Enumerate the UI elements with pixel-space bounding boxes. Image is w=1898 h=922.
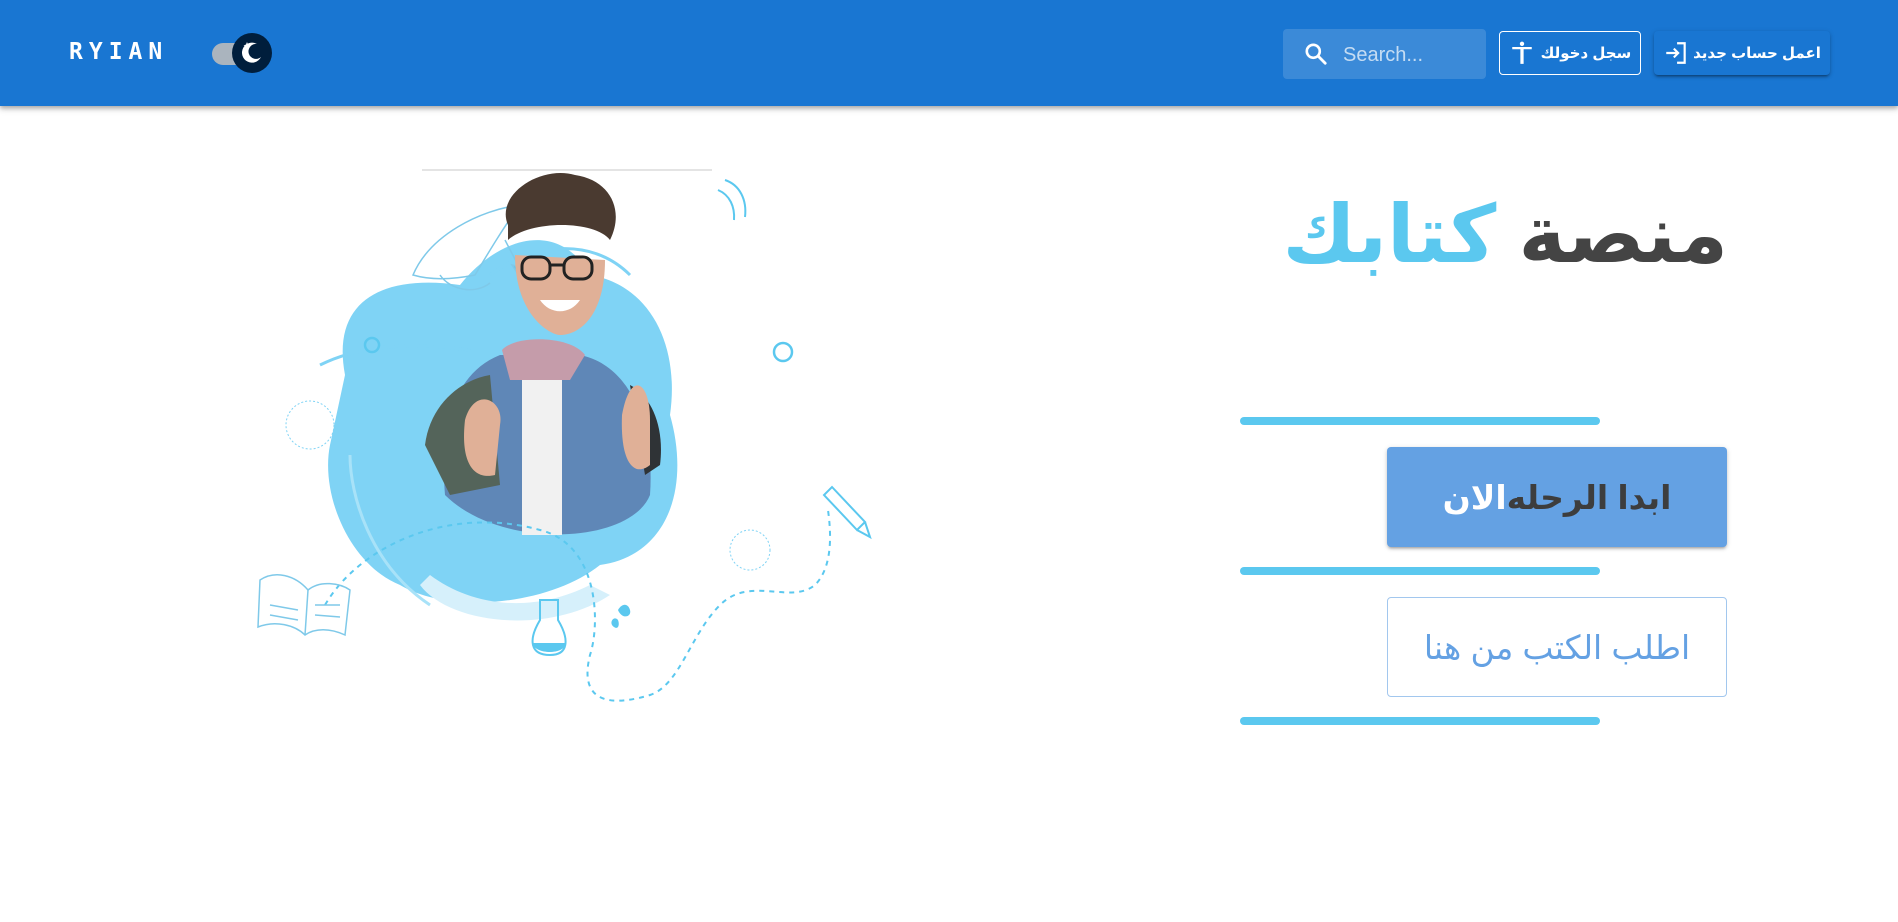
start-button-label-2: الان [1442, 478, 1507, 516]
pencil-icon [822, 485, 872, 540]
hero-title-word-2: كتابك [1282, 190, 1497, 279]
login-icon [1666, 42, 1686, 64]
accessibility-icon [1511, 41, 1532, 64]
login-button-label: سجل دخولك [1540, 45, 1632, 62]
open-book-icon [257, 574, 351, 637]
accent-line [1240, 417, 1600, 425]
login-button[interactable]: سجل دخولك [1499, 31, 1641, 75]
search-input[interactable] [1341, 39, 1483, 71]
signup-button[interactable]: اعمل حساب جديد [1654, 31, 1830, 75]
hero-title-word-1: منصة [1518, 190, 1728, 279]
order-books-label: اطلب الكتب من هنا [1423, 628, 1691, 666]
accent-line [1240, 717, 1600, 725]
moon-icon [241, 42, 261, 63]
student-illustration [257, 169, 872, 702]
start-journey-button[interactable]: ابدا الرحله الان [1387, 447, 1727, 547]
theme-toggle[interactable] [212, 31, 274, 75]
search-box[interactable] [1283, 29, 1486, 79]
order-books-button[interactable]: اطلب الكتب من هنا [1387, 597, 1727, 697]
app-bar: RYIAN سجل دخولك اعمل حساب جديد [0, 0, 1898, 106]
signup-button-label: اعمل حساب جديد [1693, 45, 1821, 62]
accent-line [1240, 567, 1600, 575]
search-icon [1305, 43, 1327, 65]
hero-title: منصة كتابك [1282, 185, 1728, 285]
logo[interactable]: RYIAN [69, 39, 168, 65]
start-button-label-1: ابدا الرحله [1506, 478, 1672, 516]
